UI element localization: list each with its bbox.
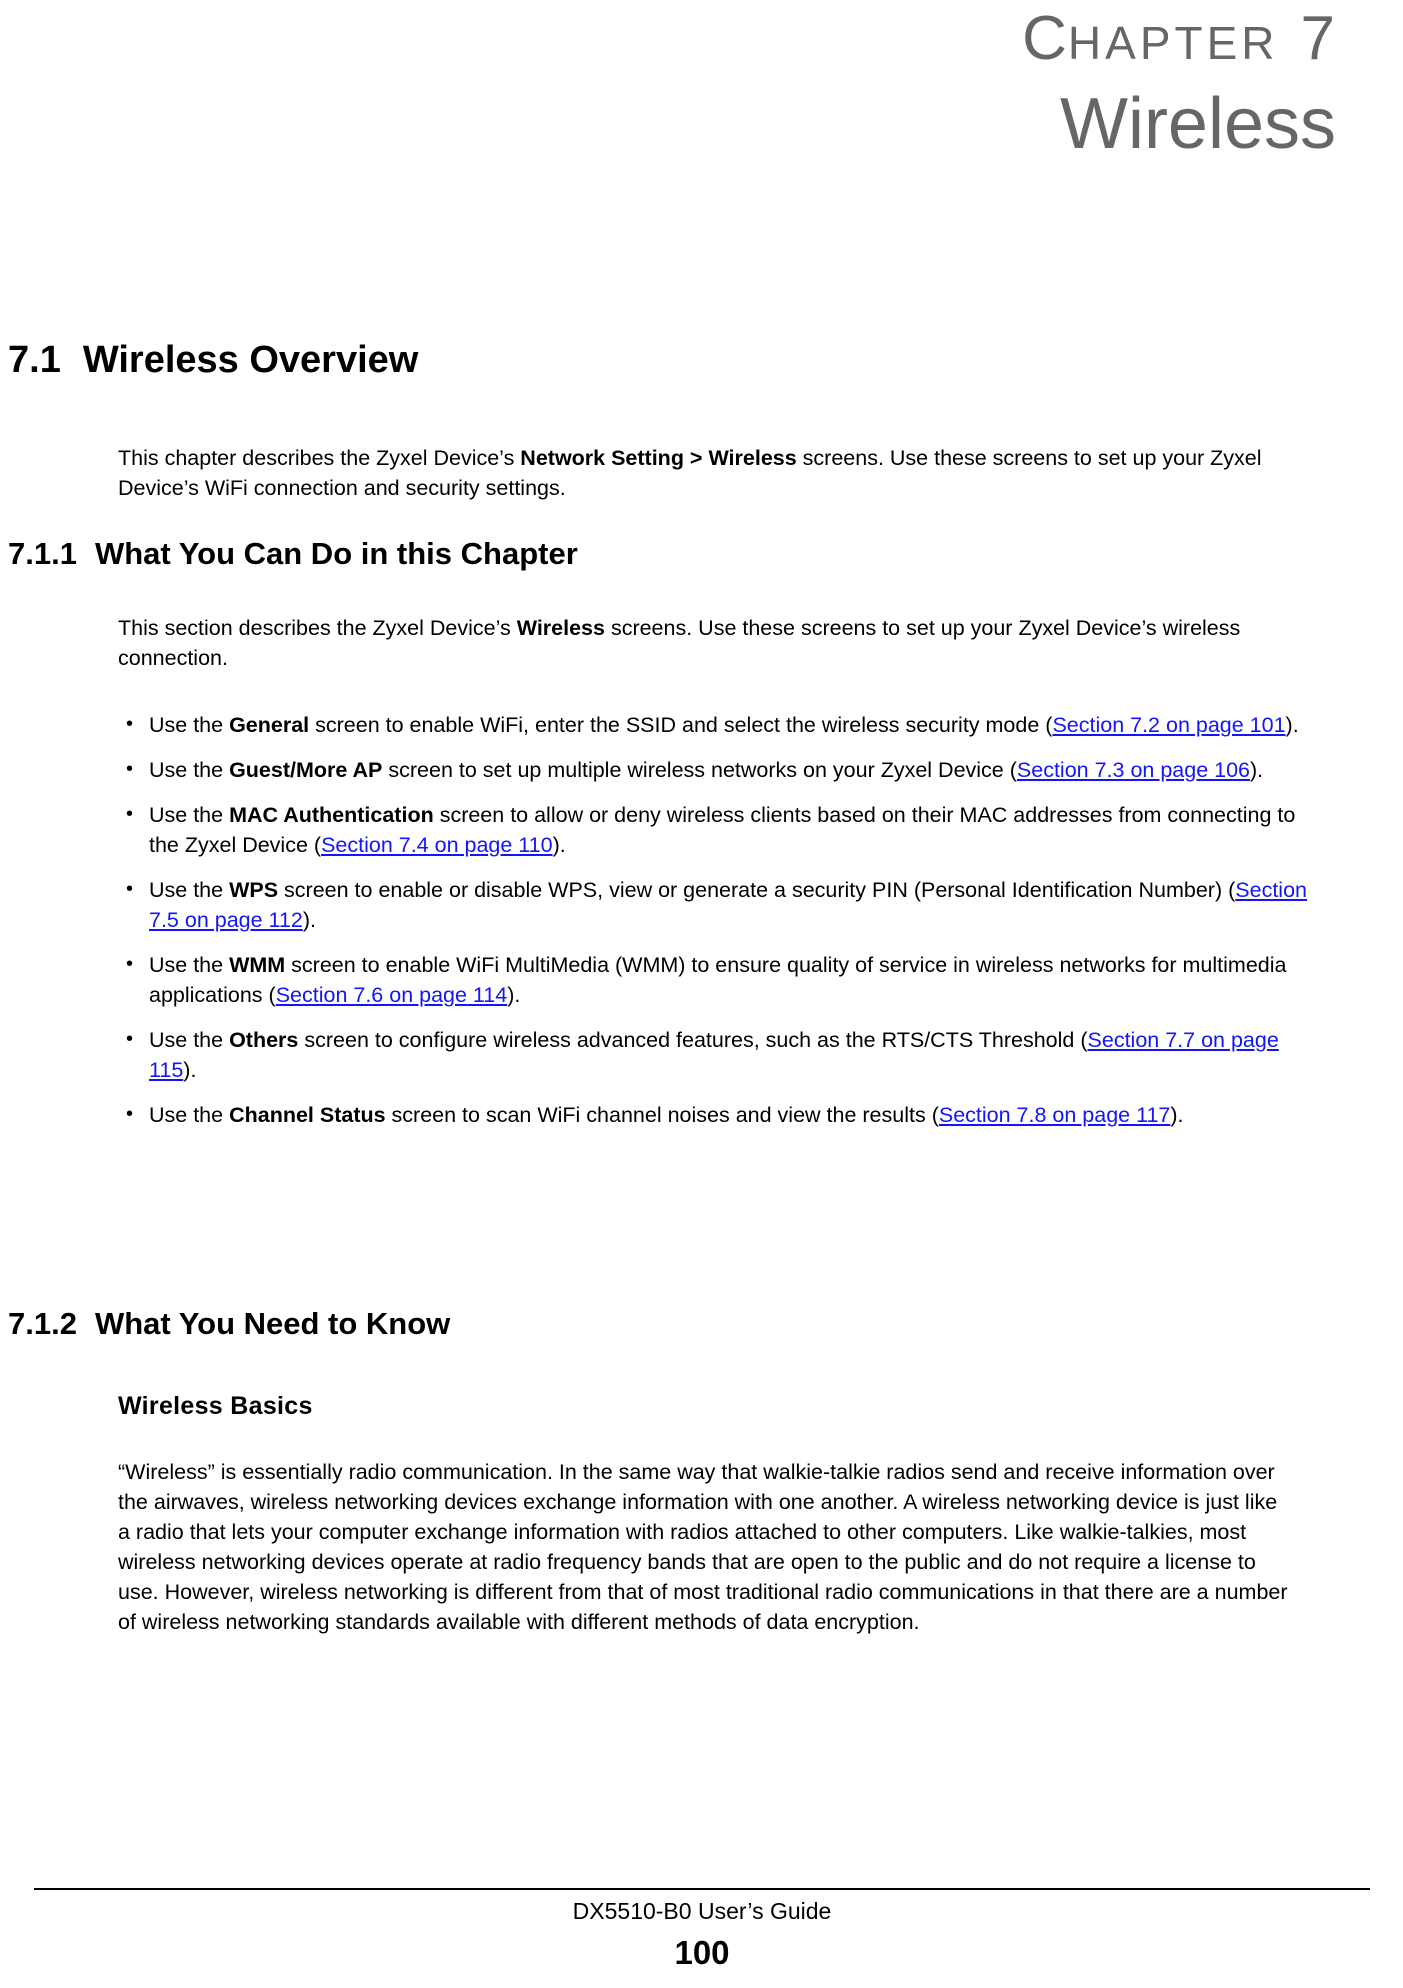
bullet-pre: Use the — [149, 1028, 230, 1052]
document-page: CHAPTER 7 Wireless 7.1 Wireless Overview T… — [0, 0, 1403, 1988]
bullet-post: ). — [1170, 1103, 1184, 1127]
chapter-header: CHAPTER 7 Wireless — [0, 0, 1336, 166]
chapter-label-rest: HAPTER — [1067, 17, 1279, 69]
bullet-pre: Use the — [149, 1103, 230, 1127]
footer-page-number: 100 — [674, 1934, 730, 1971]
bullet-mid: screen to configure wireless advanced fe… — [298, 1028, 1088, 1052]
chapter-label-c: C — [1022, 4, 1068, 73]
cross-reference-link[interactable]: Section 7.4 on page 110 — [321, 833, 553, 857]
what-you-can-do-list: Use the General screen to enable WiFi, e… — [118, 709, 1308, 1130]
list-item: Use the Others screen to configure wirel… — [118, 1024, 1308, 1085]
list-item: Use the WMM screen to enable WiFi MultiM… — [118, 949, 1308, 1010]
wireless-basics-text: “Wireless” is essentially radio communic… — [118, 1460, 1288, 1634]
heading-7-1-title: Wireless Overview — [82, 339, 419, 381]
list-item: Use the WPS screen to enable or disable … — [118, 874, 1308, 935]
heading-7-1-2-number: 7.1.2 — [8, 1306, 77, 1341]
bullet-pre: Use the — [149, 803, 230, 827]
s71-para-pre: This chapter describes the Zyxel Device’… — [118, 446, 521, 470]
bullet-screen-name: MAC Authentication — [229, 803, 434, 827]
list-item: Use the General screen to enable WiFi, e… — [118, 709, 1308, 740]
cross-reference-link[interactable]: Section 7.6 on page 114 — [276, 983, 508, 1007]
bullet-mid: screen to enable or disable WPS, view or… — [278, 878, 1236, 902]
bullet-pre: Use the — [149, 758, 230, 782]
bullet-mid: screen to scan WiFi channel noises and v… — [385, 1103, 939, 1127]
cross-reference-link[interactable]: Section 7.2 on page 101 — [1052, 713, 1285, 737]
heading-7-1-2: 7.1.2 What You Need to Know — [8, 1305, 450, 1343]
heading-7-1: 7.1 Wireless Overview — [8, 338, 418, 382]
section-7-1-1-paragraph: This section describes the Zyxel Device’… — [118, 613, 1290, 673]
bullet-post: ). — [552, 833, 566, 857]
list-item: Use the Channel Status screen to scan Wi… — [118, 1099, 1308, 1130]
heading-7-1-2-title: What You Need to Know — [94, 1306, 451, 1341]
heading-7-1-1-number: 7.1.1 — [8, 536, 77, 571]
footer-guide-title: DX5510-B0 User’s Guide — [572, 1898, 832, 1924]
chapter-number: 7 — [1300, 4, 1336, 73]
cross-reference-link[interactable]: Section 7.8 on page 117 — [939, 1103, 1171, 1127]
bullet-mid: screen to enable WiFi, enter the SSID an… — [309, 713, 1053, 737]
list-item: Use the MAC Authentication screen to all… — [118, 799, 1308, 860]
chapter-title: Wireless — [1059, 84, 1336, 164]
bullet-post: ). — [1285, 713, 1299, 737]
heading-wireless-basics: Wireless Basics — [118, 1392, 313, 1420]
heading-7-1-1: 7.1.1 What You Can Do in this Chapter — [8, 535, 578, 573]
wireless-basics-paragraph: “Wireless” is essentially radio communic… — [118, 1457, 1290, 1637]
cross-reference-link[interactable]: Section 7.3 on page 106 — [1017, 758, 1250, 782]
s71-para-bold: Network Setting > Wireless — [520, 446, 797, 470]
list-item: Use the Guest/More AP screen to set up m… — [118, 754, 1308, 785]
bullet-screen-name: Others — [229, 1028, 299, 1052]
bullet-screen-name: General — [229, 713, 310, 737]
s711-para-bold: Wireless — [516, 616, 605, 640]
bullet-screen-name: Guest/More AP — [229, 758, 383, 782]
bullet-post: ). — [507, 983, 521, 1007]
bullet-post: ). — [1250, 758, 1264, 782]
bullet-mid: screen to set up multiple wireless netwo… — [382, 758, 1017, 782]
bullet-pre: Use the — [149, 878, 230, 902]
chapter-label-line: CHAPTER 7 — [0, 0, 1336, 82]
bullet-screen-name: Channel Status — [229, 1103, 386, 1127]
s711-para-pre: This section describes the Zyxel Device’… — [118, 616, 517, 640]
bullet-post: ). — [183, 1058, 197, 1082]
bullet-screen-name: WMM — [229, 953, 286, 977]
section-7-1-paragraph: This chapter describes the Zyxel Device’… — [118, 443, 1298, 503]
footer-divider — [34, 1888, 1370, 1890]
heading-7-1-number: 7.1 — [8, 339, 61, 381]
bullet-screen-name: WPS — [229, 878, 279, 902]
heading-7-1-1-title: What You Can Do in this Chapter — [94, 536, 578, 571]
bullet-pre: Use the — [149, 713, 230, 737]
bullet-post: ). — [302, 908, 316, 932]
bullet-pre: Use the — [149, 953, 230, 977]
